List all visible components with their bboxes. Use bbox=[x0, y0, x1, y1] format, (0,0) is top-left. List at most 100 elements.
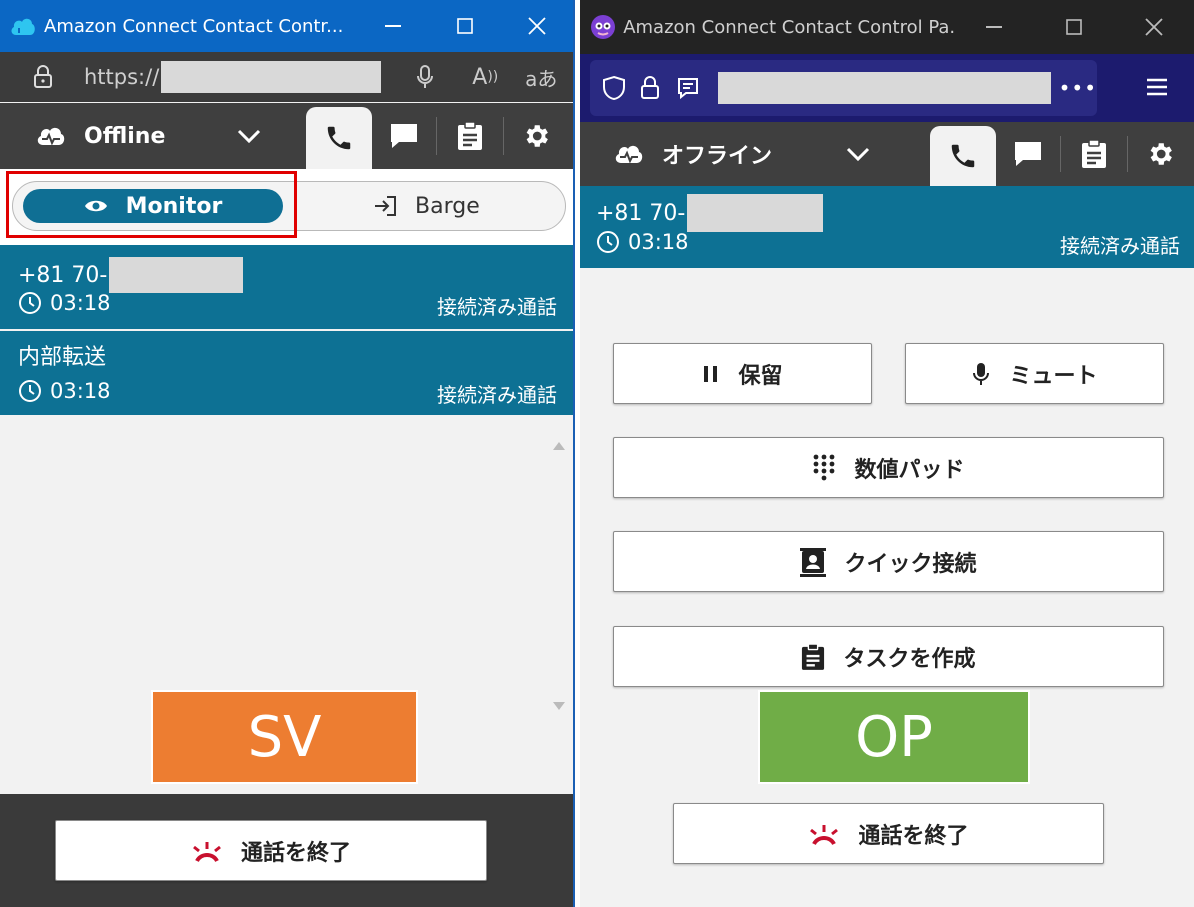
amazon-connect-cloud-icon bbox=[8, 11, 38, 41]
chat-icon bbox=[1015, 142, 1041, 166]
call-state: 接続済み通話 bbox=[1060, 234, 1180, 258]
tab-phone[interactable] bbox=[306, 107, 372, 169]
caller-number: +81 70- bbox=[596, 200, 686, 226]
ccp-header: Offline bbox=[0, 103, 573, 169]
more-options-icon[interactable]: ••• bbox=[1059, 76, 1097, 100]
shield-icon[interactable] bbox=[602, 75, 626, 101]
title-bar[interactable]: Amazon Connect Contact Control Pa... bbox=[580, 0, 1194, 54]
close-icon[interactable] bbox=[1114, 0, 1194, 54]
lock-icon[interactable] bbox=[26, 65, 60, 89]
scroll-up-arrow[interactable] bbox=[553, 442, 565, 450]
ccp-footer: 通話を終了 bbox=[0, 794, 573, 907]
caller-number: +81 70- bbox=[18, 262, 108, 288]
translate-icon[interactable]: aあ bbox=[521, 63, 561, 92]
role-label-sv: SV bbox=[151, 690, 418, 784]
clipboard-icon bbox=[458, 121, 482, 150]
mute-label: ミュート bbox=[1009, 363, 1098, 389]
tab-tasks[interactable] bbox=[437, 103, 503, 169]
end-call-label: 通話を終了 bbox=[240, 840, 351, 866]
tab-settings[interactable] bbox=[1128, 122, 1192, 186]
url-text[interactable]: https:// bbox=[84, 65, 159, 89]
barge-button[interactable]: Barge bbox=[373, 189, 480, 223]
scroll-down-arrow[interactable] bbox=[553, 702, 565, 710]
tab-chat[interactable] bbox=[996, 122, 1060, 186]
enter-icon bbox=[375, 196, 396, 216]
minimize-icon[interactable] bbox=[954, 0, 1034, 54]
phone-icon bbox=[951, 144, 975, 168]
gear-icon bbox=[1150, 143, 1172, 165]
clock-icon bbox=[597, 231, 619, 253]
agent-status-dropdown[interactable]: Offline bbox=[0, 103, 300, 169]
call-state: 接続済み通話 bbox=[437, 383, 557, 407]
quick-connect-label: クイック接続 bbox=[844, 551, 977, 577]
tab-phone[interactable] bbox=[930, 126, 996, 186]
hold-button[interactable]: 保留 bbox=[613, 343, 872, 404]
read-aloud-icon[interactable]: A)) bbox=[465, 65, 505, 90]
gear-icon bbox=[526, 125, 548, 147]
hold-label: 保留 bbox=[738, 363, 783, 389]
lock-icon[interactable] bbox=[640, 76, 660, 100]
chevron-down-icon[interactable] bbox=[846, 146, 870, 162]
supervisor-window: Amazon Connect Contact Contr... https://… bbox=[0, 0, 575, 907]
hamburger-menu-icon[interactable] bbox=[1145, 76, 1169, 98]
chat-icon bbox=[391, 124, 417, 148]
number-redacted bbox=[109, 257, 244, 293]
tab-tasks[interactable] bbox=[1061, 122, 1127, 186]
role-label-op: OP bbox=[758, 690, 1030, 784]
dialpad-icon bbox=[814, 454, 835, 480]
microphone-icon bbox=[973, 362, 990, 385]
clock-icon bbox=[19, 380, 41, 402]
hang-up-icon bbox=[193, 841, 221, 862]
call-row[interactable]: +81 70- 03:18 接続済み通話 bbox=[580, 186, 1194, 268]
url-redacted bbox=[718, 72, 1051, 104]
agent-status-cloud-icon bbox=[36, 124, 66, 148]
browser-mask-icon bbox=[588, 12, 617, 42]
microphone-icon[interactable] bbox=[405, 64, 445, 90]
call-state: 接続済み通話 bbox=[437, 295, 557, 319]
url-redacted bbox=[161, 61, 382, 93]
call-timer: 03:18 bbox=[50, 291, 111, 315]
agent-status-label: Offline bbox=[84, 123, 166, 149]
clipboard-icon bbox=[1082, 139, 1106, 168]
agent-status-cloud-icon bbox=[614, 142, 644, 166]
address-bar[interactable]: https:// A)) aあ bbox=[0, 52, 573, 102]
end-call-button[interactable]: 通話を終了 bbox=[55, 820, 487, 881]
address-bar[interactable]: ••• bbox=[580, 54, 1194, 122]
create-task-label: タスクを作成 bbox=[843, 646, 976, 672]
number-redacted bbox=[687, 194, 824, 232]
tab-chat[interactable] bbox=[372, 103, 436, 169]
end-call-label: 通話を終了 bbox=[858, 823, 969, 849]
title-bar[interactable]: Amazon Connect Contact Contr... bbox=[0, 0, 573, 52]
mute-button[interactable]: ミュート bbox=[905, 343, 1164, 404]
maximize-icon[interactable] bbox=[429, 0, 501, 52]
phone-icon bbox=[327, 126, 351, 150]
chevron-down-icon[interactable] bbox=[237, 128, 261, 144]
page-info-icon[interactable] bbox=[676, 76, 700, 100]
barge-label: Barge bbox=[415, 193, 480, 219]
keypad-label: 数値パッド bbox=[854, 457, 965, 483]
hang-up-icon bbox=[810, 824, 839, 845]
call-row[interactable]: 内部転送 03:18 接続済み通話 bbox=[0, 331, 573, 415]
window-title: Amazon Connect Contact Contr... bbox=[44, 15, 344, 37]
keypad-button[interactable]: 数値パッド bbox=[613, 437, 1164, 498]
contact-book-icon bbox=[800, 547, 827, 577]
quick-connect-button[interactable]: クイック接続 bbox=[613, 531, 1164, 592]
call-timer: 03:18 bbox=[628, 230, 689, 254]
clipboard-icon bbox=[802, 642, 825, 670]
end-call-button[interactable]: 通話を終了 bbox=[673, 803, 1104, 864]
minimize-icon[interactable] bbox=[357, 0, 429, 52]
maximize-icon[interactable] bbox=[1034, 0, 1114, 54]
agent-status-label: オフライン bbox=[662, 144, 773, 169]
monitor-highlight-box bbox=[6, 171, 297, 238]
transfer-label: 内部転送 bbox=[18, 345, 107, 370]
call-row[interactable]: +81 70- 03:18 接続済み通話 bbox=[0, 245, 573, 329]
tab-settings[interactable] bbox=[504, 103, 568, 169]
operator-window: Amazon Connect Contact Control Pa... ••• bbox=[580, 0, 1194, 907]
agent-status-dropdown[interactable]: オフライン bbox=[580, 122, 924, 186]
close-icon[interactable] bbox=[501, 0, 573, 52]
url-field[interactable]: ••• bbox=[590, 60, 1097, 116]
ccp-header: オフライン bbox=[580, 122, 1194, 186]
create-task-button[interactable]: タスクを作成 bbox=[613, 626, 1164, 687]
window-title: Amazon Connect Contact Control Pa... bbox=[623, 16, 954, 38]
pause-icon bbox=[704, 365, 718, 382]
